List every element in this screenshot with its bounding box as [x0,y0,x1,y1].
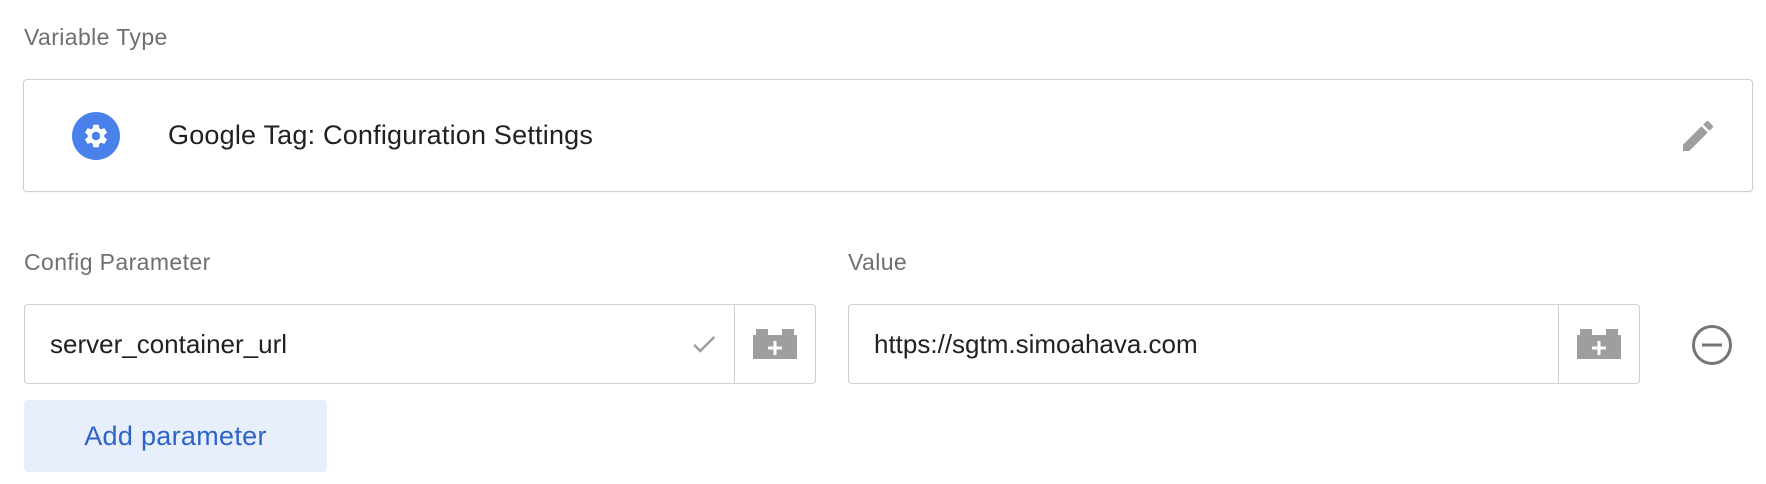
remove-parameter-button[interactable] [1690,323,1734,367]
parameter-value-input[interactable] [849,305,1558,383]
variable-type-card[interactable]: Google Tag: Configuration Settings [23,79,1753,192]
add-variable-icon [753,329,797,359]
add-parameter-button[interactable]: Add parameter [24,400,327,472]
pencil-icon[interactable] [1678,116,1718,156]
config-parameter-label: Config Parameter [24,249,211,275]
variable-picker-button[interactable] [734,305,815,383]
value-label: Value [848,249,908,275]
remove-circle-icon [1692,325,1732,365]
variable-picker-button[interactable] [1558,305,1639,383]
parameter-value-field [848,304,1640,384]
variable-type-label: Variable Type [24,24,168,50]
gear-icon [72,112,120,160]
parameter-name-input[interactable] [25,305,674,383]
add-variable-icon [1577,329,1621,359]
check-icon [674,305,734,383]
variable-type-title: Google Tag: Configuration Settings [168,120,594,150]
parameter-name-field [24,304,816,384]
